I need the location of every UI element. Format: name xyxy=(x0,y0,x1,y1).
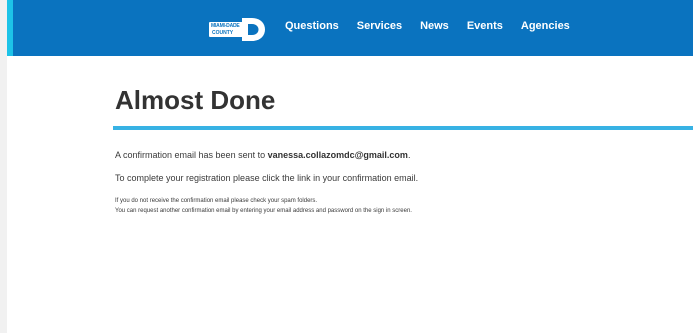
logo-line-1: MIAMI-DADE xyxy=(211,23,240,29)
logo-d-mark-icon xyxy=(242,18,265,41)
registration-instruction: To complete your registration please cli… xyxy=(115,173,419,183)
logo-line-2: COUNTY xyxy=(212,30,234,36)
nav-link-services[interactable]: Services xyxy=(357,20,402,32)
left-edge-strip xyxy=(0,0,7,333)
spam-folder-help: If you do not receive the confirmation e… xyxy=(115,198,318,204)
top-navigation-bar: MIAMI-DADE COUNTY Questions Services New… xyxy=(7,0,693,56)
confirmation-message: A confirmation email has been sent to va… xyxy=(115,150,410,160)
page-title: Almost Done xyxy=(115,85,276,115)
confirmation-suffix: . xyxy=(407,150,411,160)
logo-wordmark: MIAMI-DADE COUNTY xyxy=(209,22,243,37)
nav-link-questions[interactable]: Questions xyxy=(285,20,339,32)
nav-link-events[interactable]: Events xyxy=(467,20,503,32)
resend-email-help: You can request another confirmation ema… xyxy=(115,208,412,214)
nav-link-agencies[interactable]: Agencies xyxy=(521,20,570,32)
confirmation-prefix: A confirmation email has been sent to xyxy=(115,150,268,160)
miami-dade-logo[interactable]: MIAMI-DADE COUNTY xyxy=(209,15,266,43)
page: MIAMI-DADE COUNTY Questions Services New… xyxy=(0,0,693,333)
title-divider xyxy=(113,126,693,130)
nav-link-news[interactable]: News xyxy=(420,20,449,32)
confirmation-email-address: vanessa.collazomdc@gmail.com xyxy=(267,150,408,160)
main-nav-links: Questions Services News Events Agencies xyxy=(285,20,570,32)
